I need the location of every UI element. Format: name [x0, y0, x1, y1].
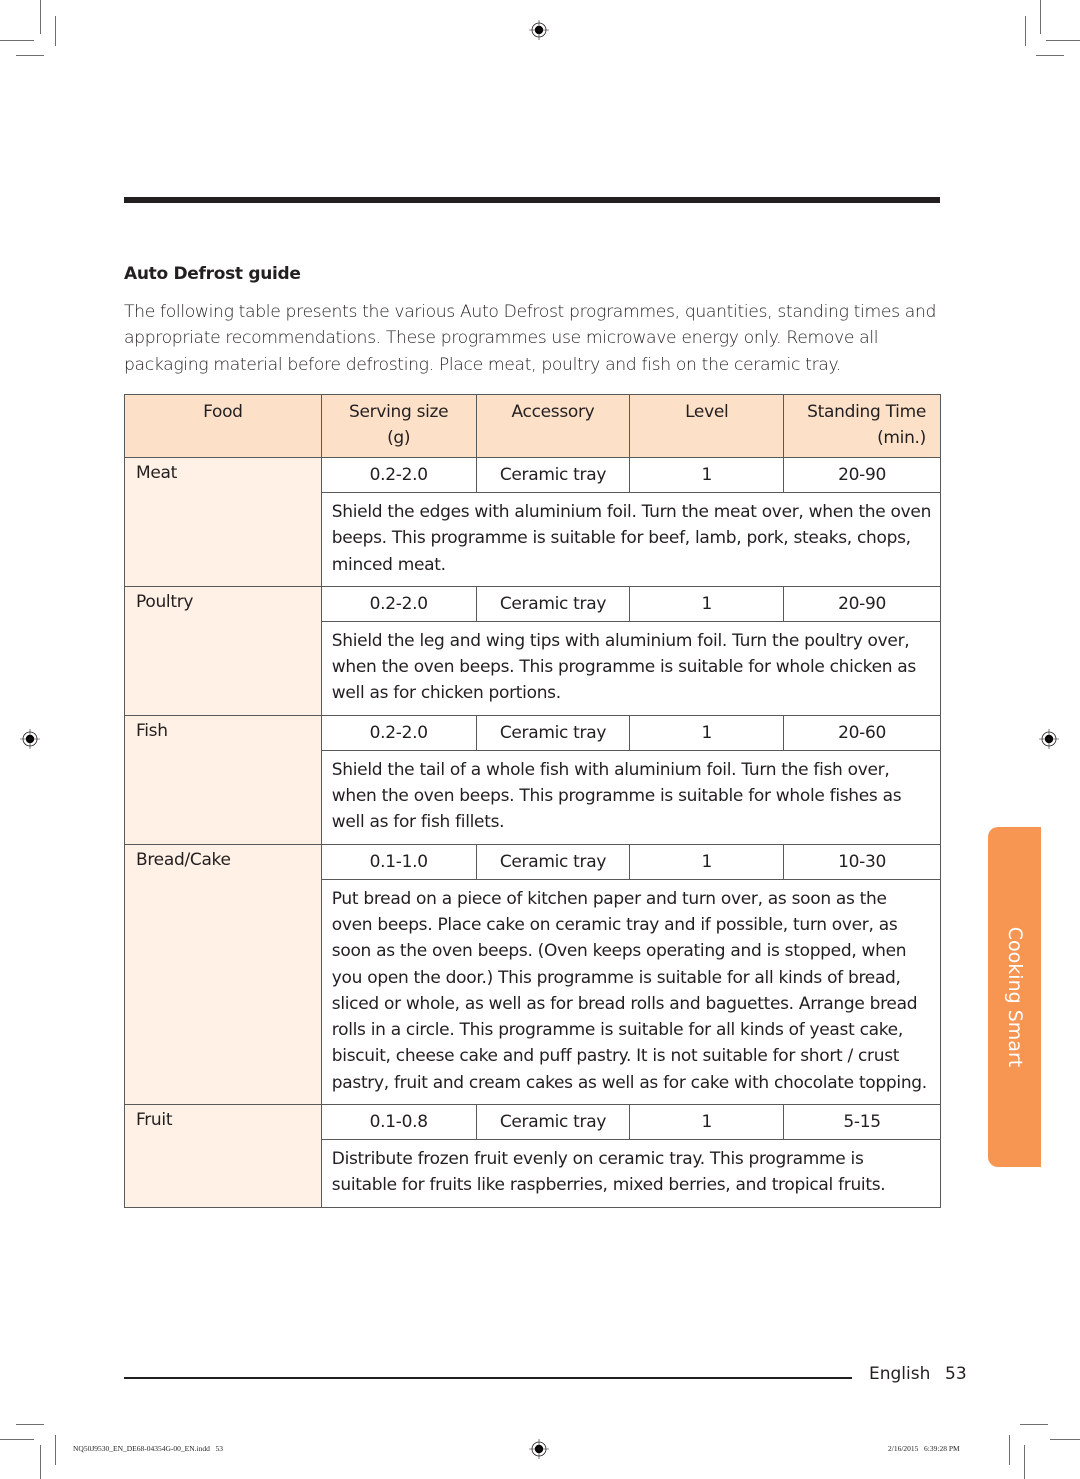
crop-mark: [0, 1439, 34, 1440]
intro-paragraph: The following table presents the various…: [124, 302, 937, 375]
auto-defrost-table: Food Serving size (g) Accessory Level Sta…: [124, 394, 942, 1208]
serving-cell: 0.2-2.0: [320, 585, 477, 622]
food-cell: Fruit: [124, 1104, 322, 1208]
crop-mark: [1036, 55, 1064, 56]
header-food-label: Food: [203, 402, 243, 422]
crop-mark: [1009, 1435, 1010, 1465]
accessory-cell: Ceramic tray: [475, 585, 631, 622]
standing-cell: 5-15: [783, 1104, 941, 1141]
crop-mark: [55, 1435, 56, 1465]
level-cell: 1: [629, 585, 785, 622]
header-standing-time: Standing Time (min.): [783, 394, 941, 458]
crop-mark: [40, 1445, 41, 1479]
registration-mark-icon: [529, 1439, 549, 1459]
note-cell: Put bread on a piece of kitchen paper an…: [320, 878, 942, 1106]
page-number: 53: [945, 1364, 967, 1384]
food-cell: Bread/Cake: [124, 843, 322, 1106]
food-cell: Poultry: [124, 585, 322, 716]
crop-mark: [1050, 1439, 1080, 1440]
header-serving-label: Serving size: [348, 402, 449, 422]
table-header-row: Food Serving size (g) Accessory Level Sta…: [124, 394, 941, 458]
registration-mark-icon: [20, 729, 40, 749]
crop-mark: [16, 1424, 44, 1425]
header-standing-label: Standing Time: [807, 402, 926, 422]
table-row: Fish 0.2-2.0 Ceramic tray 1 20-60: [124, 714, 941, 845]
header-accessory: Accessory: [475, 394, 631, 458]
crop-mark: [0, 40, 34, 41]
note-cell: Shield the tail of a whole fish with alu…: [320, 749, 942, 845]
header-food: Food: [124, 394, 322, 458]
crop-mark: [55, 16, 56, 46]
table-row: Poultry 0.2-2.0 Ceramic tray 1 20-90: [124, 585, 941, 716]
footer-rule: [124, 1377, 852, 1379]
crop-mark: [1025, 16, 1026, 46]
standing-cell: 20-90: [783, 585, 941, 622]
header-accessory-label: Accessory: [511, 402, 595, 422]
accessory-cell: Ceramic tray: [475, 714, 631, 751]
serving-cell: 0.2-2.0: [320, 714, 477, 751]
table-row: Bread/Cake 0.1-1.0 Ceramic tray 1 10-30: [124, 843, 941, 1106]
crop-mark: [1040, 0, 1041, 34]
crop-mark: [40, 0, 41, 34]
serving-cell: 0.2-2.0: [320, 457, 477, 493]
print-slug-datetime: 2/16/2015 6:39:28 PM: [888, 1444, 960, 1453]
registration-mark-icon: [529, 20, 549, 40]
footer-language: English: [869, 1364, 931, 1384]
level-cell: 1: [629, 714, 785, 751]
level-cell: 1: [629, 457, 785, 493]
registration-mark-icon: [1039, 729, 1059, 749]
food-cell: Meat: [124, 457, 322, 587]
table-row: Meat 0.2-2.0 Ceramic tray 1 20-90: [124, 457, 941, 587]
section-top-rule: [124, 197, 940, 203]
section-title: Auto Defrost guide: [124, 264, 301, 284]
note-cell: Shield the edges with aluminium foil. Tu…: [320, 492, 942, 587]
serving-cell: 0.1-0.8: [320, 1104, 477, 1141]
crop-mark: [16, 55, 44, 56]
crop-mark: [1046, 40, 1080, 41]
header-serving-unit: (g): [387, 428, 411, 448]
accessory-cell: Ceramic tray: [475, 1104, 631, 1141]
side-tab-cooking-smart: Cooking Smart: [988, 827, 1041, 1167]
level-cell: 1: [629, 1104, 785, 1141]
note-cell: Distribute frozen fruit evenly on cerami…: [320, 1139, 942, 1208]
accessory-cell: Ceramic tray: [475, 457, 631, 493]
standing-cell: 10-30: [783, 843, 941, 880]
food-cell: Fish: [124, 714, 322, 845]
print-slug-file: NQ50J9530_EN_DE68-04354G-00_EN.indd 53: [73, 1444, 223, 1453]
header-serving-size: Serving size (g): [320, 394, 477, 458]
header-level-label: Level: [685, 402, 729, 422]
note-cell: Shield the leg and wing tips with alumin…: [320, 620, 942, 716]
table-row: Fruit 0.1-0.8 Ceramic tray 1 5-15: [124, 1104, 941, 1208]
crop-mark: [1020, 1424, 1048, 1425]
header-level: Level: [629, 394, 785, 458]
side-tab-label: Cooking Smart: [1003, 926, 1026, 1068]
accessory-cell: Ceramic tray: [475, 843, 631, 880]
header-standing-unit: (min.): [877, 428, 926, 448]
standing-cell: 20-60: [783, 714, 941, 751]
crop-mark: [1024, 1445, 1025, 1479]
serving-cell: 0.1-1.0: [320, 843, 477, 880]
standing-cell: 20-90: [783, 457, 941, 493]
level-cell: 1: [629, 843, 785, 880]
